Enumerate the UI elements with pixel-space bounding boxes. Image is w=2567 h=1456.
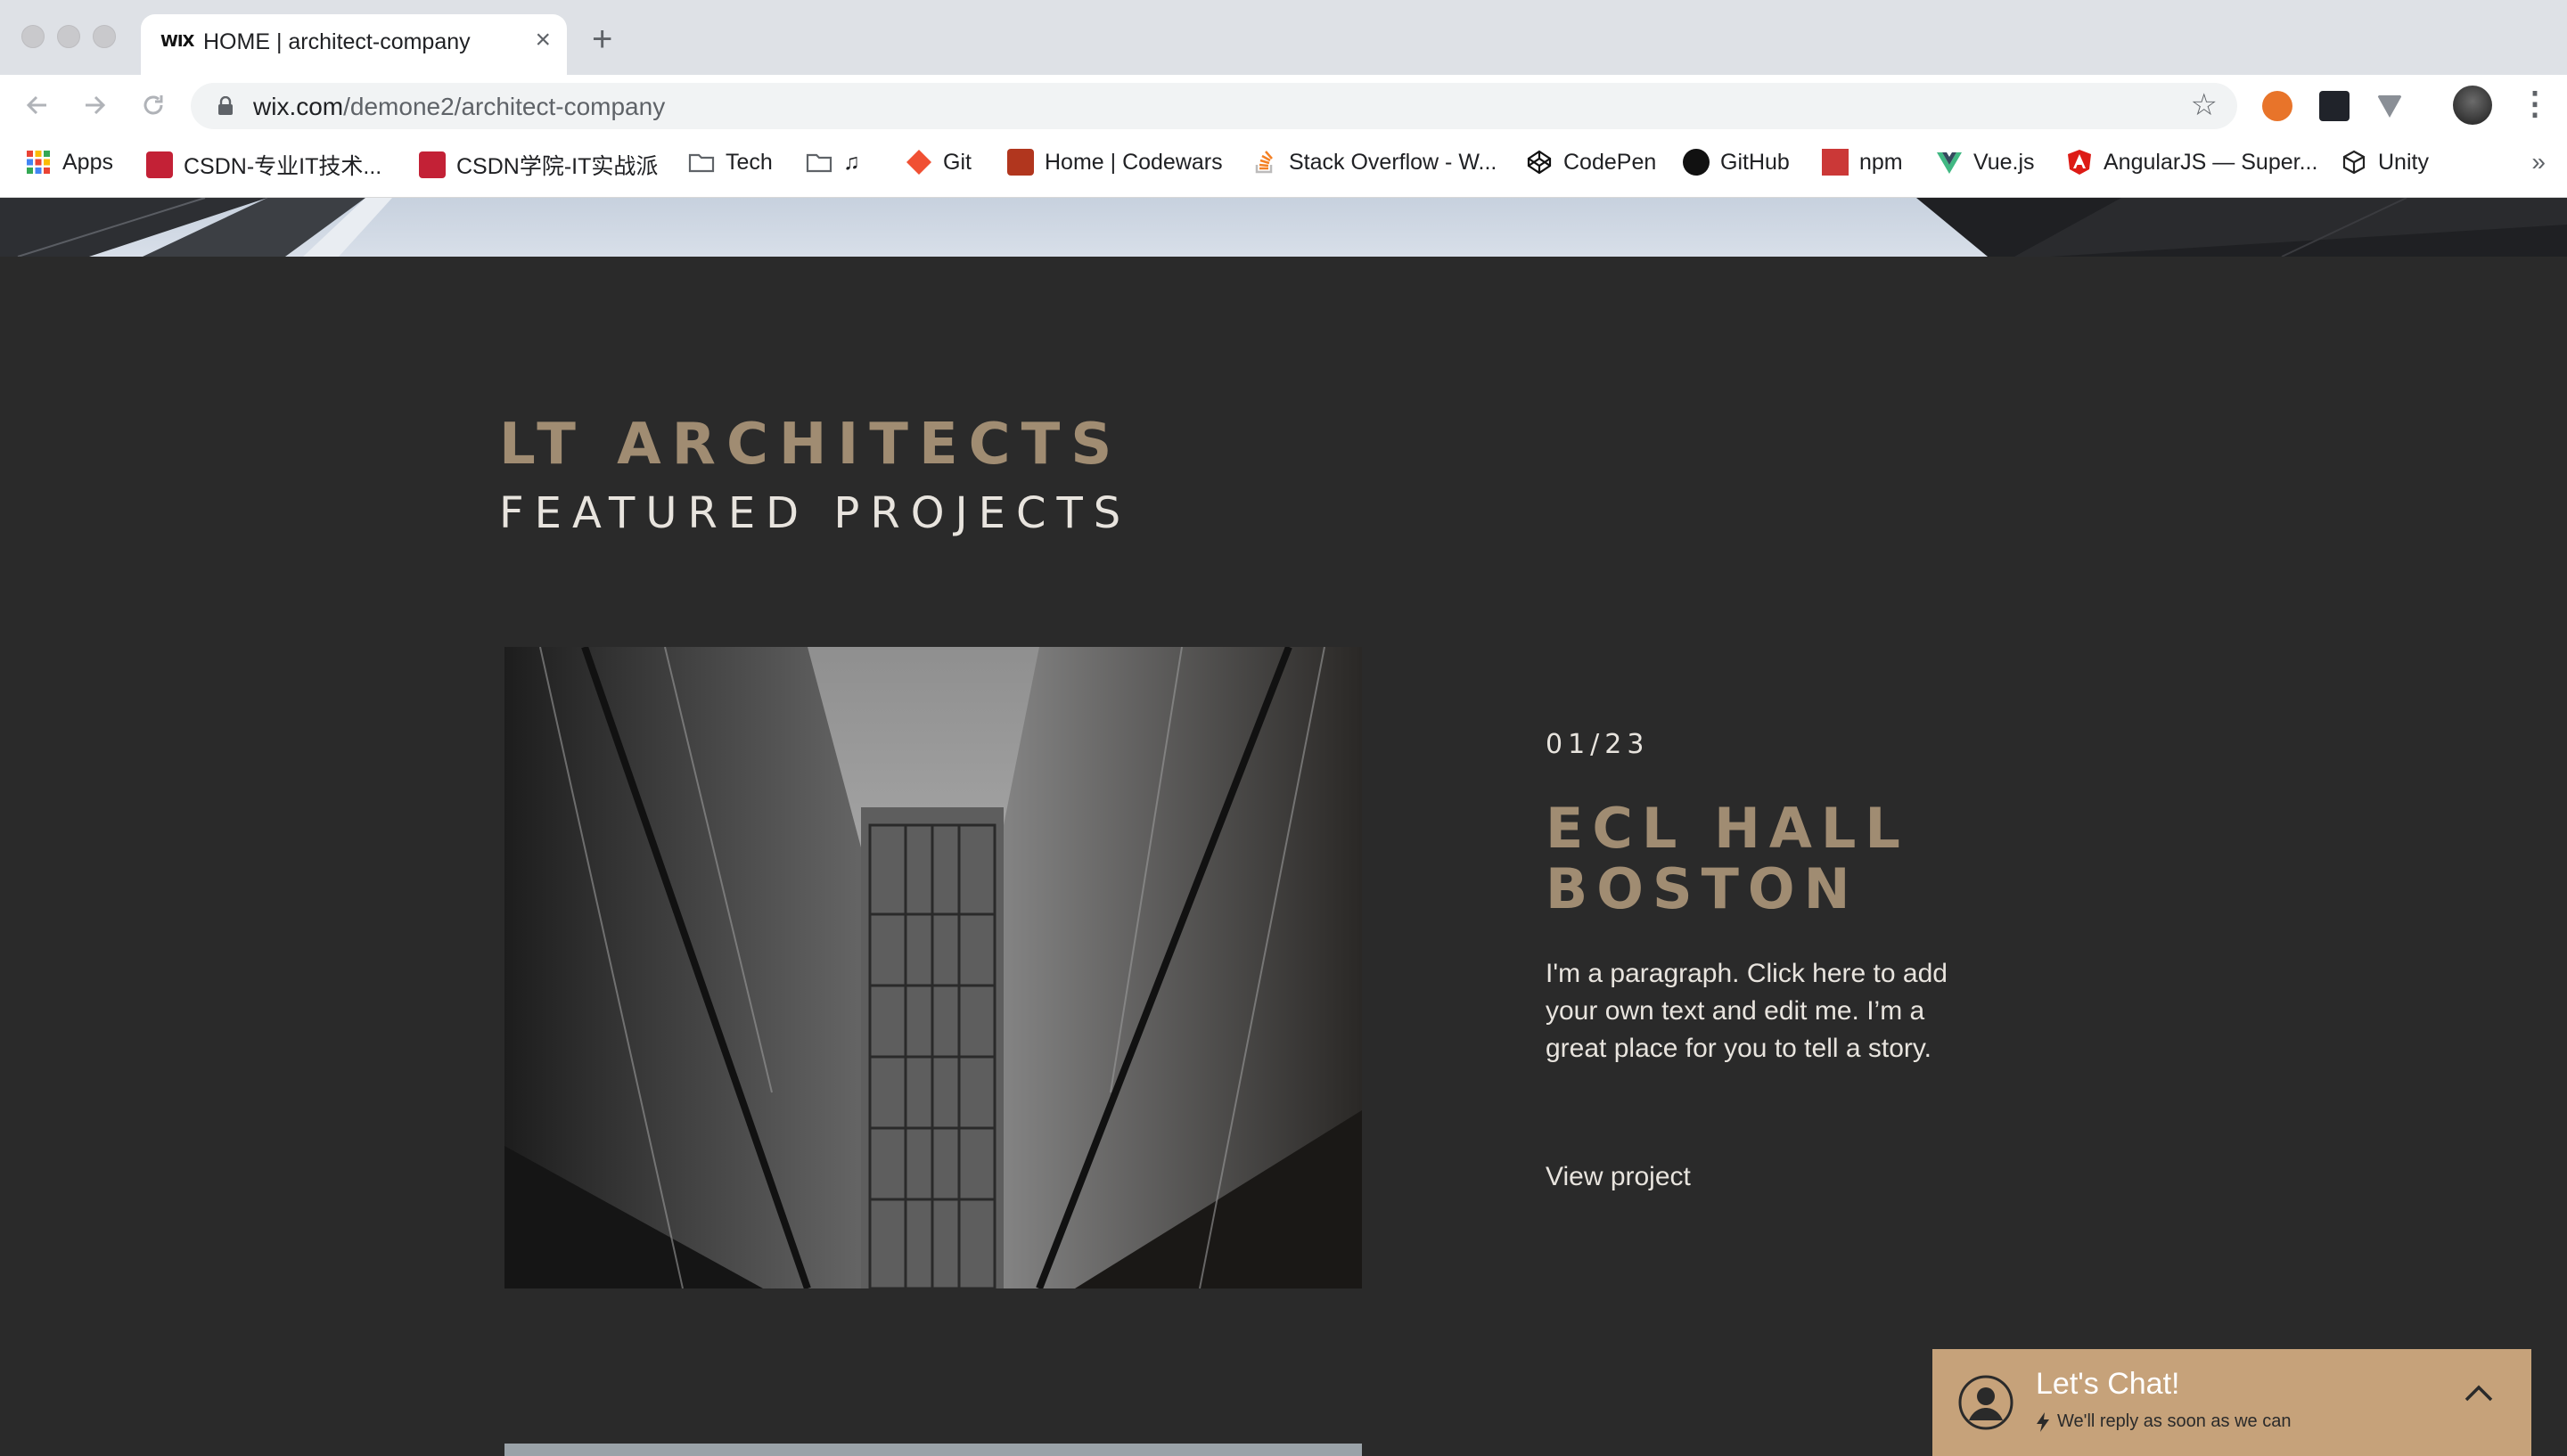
codepen-icon (1527, 150, 1552, 175)
codewars-icon (1007, 149, 1034, 176)
project-image[interactable] (504, 647, 1362, 1288)
bookmark-label: Tech (726, 149, 773, 175)
bookmark-folder-tech[interactable]: Tech (688, 149, 773, 176)
bookmark-git[interactable]: Git (906, 149, 972, 176)
reload-icon[interactable] (139, 91, 168, 119)
chat-subtitle: We'll reply as soon as we can (2036, 1411, 2291, 1432)
react-devtools-icon[interactable] (2319, 91, 2350, 121)
project-title-line-1: ECL HALL (1546, 796, 1909, 861)
browser-tab-active[interactable]: WIX HOME | architect-company × (141, 14, 567, 75)
bookmark-label: AngularJS — Super... (2104, 149, 2318, 175)
git-icon (906, 150, 931, 175)
bookmark-label: CodePen (1563, 149, 1657, 175)
bookmark-folder-music[interactable]: ♫ (806, 149, 860, 176)
bookmark-codepen[interactable]: CodePen (1526, 149, 1656, 176)
next-project-image[interactable] (504, 1444, 1362, 1456)
github-icon (1683, 149, 1710, 176)
hero-building-image (0, 198, 2567, 257)
bookmarks-bar: Apps CSDN-专业IT技术... CSDN学院-IT实战派 Tech ♫ … (0, 135, 2567, 198)
url-text: wix.com/demone2/architect-company (253, 93, 665, 121)
glass-building-photo (504, 647, 1362, 1288)
profile-avatar[interactable] (2453, 86, 2492, 125)
npm-icon (1822, 149, 1849, 176)
chat-widget[interactable]: Let's Chat! We'll reply as soon as we ca… (1932, 1349, 2531, 1456)
project-description: I'm a paragraph. Click here to add your … (1546, 959, 1948, 1063)
bookmark-label: Home | Codewars (1045, 149, 1223, 175)
bookmark-star-icon[interactable]: ☆ (2191, 90, 2218, 120)
folder-icon (806, 153, 832, 173)
url-host: wix.com (253, 93, 344, 120)
bookmark-stackoverflow[interactable]: Stack Overflow - W... (1251, 149, 1497, 176)
bookmarks-overflow-icon[interactable]: » (2531, 148, 2546, 176)
bookmark-codewars[interactable]: Home | Codewars (1007, 149, 1223, 176)
window-minimize-button[interactable] (57, 25, 80, 48)
browser-menu-icon[interactable]: ⋮ (2519, 87, 2551, 119)
chat-subtitle-text: We'll reply as soon as we can (2057, 1411, 2292, 1431)
chat-user-icon (1958, 1375, 2013, 1430)
csdn-icon (419, 151, 446, 178)
brand-heading: LT ARCHITECTS (499, 412, 1123, 478)
csdn-icon (146, 151, 173, 178)
bookmark-angularjs[interactable]: AngularJS — Super... (2066, 149, 2317, 176)
bookmark-label: GitHub (1720, 149, 1790, 175)
bookmark-csdn[interactable]: CSDN-专业IT技术... (146, 149, 381, 181)
section-subheading: FEATURED PROJECTS (499, 488, 1132, 538)
url-path: /demone2/architect-company (343, 93, 666, 120)
tab-close-icon[interactable]: × (535, 27, 551, 53)
window-close-button[interactable] (21, 25, 45, 48)
bookmark-apps[interactable]: Apps (25, 149, 113, 176)
wix-favicon-icon: WIX (160, 32, 194, 51)
chat-title: Let's Chat! (2036, 1367, 2180, 1401)
unity-icon (2342, 150, 2366, 175)
chevron-up-icon[interactable] (2464, 1383, 2494, 1403)
bookmark-label: npm (1859, 149, 1903, 175)
address-bar[interactable]: wix.com/demone2/architect-company ☆ (191, 83, 2237, 129)
window-zoom-button[interactable] (93, 25, 116, 48)
project-counter: 01/23 (1546, 729, 1650, 760)
bookmark-unity[interactable]: Unity (2341, 149, 2429, 176)
extension-orange-icon[interactable] (2262, 91, 2292, 121)
bookmark-npm[interactable]: npm (1822, 149, 1903, 176)
forward-arrow-icon[interactable] (80, 91, 109, 119)
angular-icon (2068, 150, 2091, 175)
bookmark-label: Git (943, 149, 972, 175)
browser-tab-bar: WIX HOME | architect-company × + (0, 0, 2567, 75)
stackoverflow-icon (1255, 151, 1273, 174)
project-title: ECL HALL BOSTON (1546, 798, 2045, 920)
bookmark-label: CSDN学院-IT实战派 (456, 154, 659, 179)
apps-grid-icon (27, 151, 50, 174)
hero-image-strip (0, 198, 2567, 257)
bookmark-vue[interactable]: Vue.js (1936, 149, 2035, 176)
new-tab-button[interactable]: + (592, 21, 612, 57)
browser-toolbar: wix.com/demone2/architect-company ☆ ⋮ (0, 75, 2567, 135)
bookmark-github[interactable]: GitHub (1683, 149, 1790, 176)
bookmark-label: Unity (2378, 149, 2429, 175)
back-arrow-icon[interactable] (23, 91, 52, 119)
vue-icon (1937, 152, 1962, 174)
bookmark-label: CSDN-专业IT技术... (184, 154, 382, 179)
bookmark-label: Vue.js (1973, 149, 2035, 175)
view-project-link[interactable]: View project (1546, 1162, 1691, 1192)
lock-icon (218, 96, 233, 115)
folder-icon (688, 153, 715, 173)
project-title-line-2: BOSTON (1546, 856, 1859, 921)
bookmark-label: Stack Overflow - W... (1289, 149, 1497, 175)
vue-devtools-icon[interactable] (2374, 91, 2405, 121)
bookmark-label: Apps (62, 149, 113, 175)
bookmark-csdn-academy[interactable]: CSDN学院-IT实战派 (419, 149, 658, 181)
lightning-icon (2037, 1411, 2049, 1432)
music-note-icon: ♫ (843, 149, 860, 175)
tab-title: HOME | architect-company (203, 29, 471, 54)
